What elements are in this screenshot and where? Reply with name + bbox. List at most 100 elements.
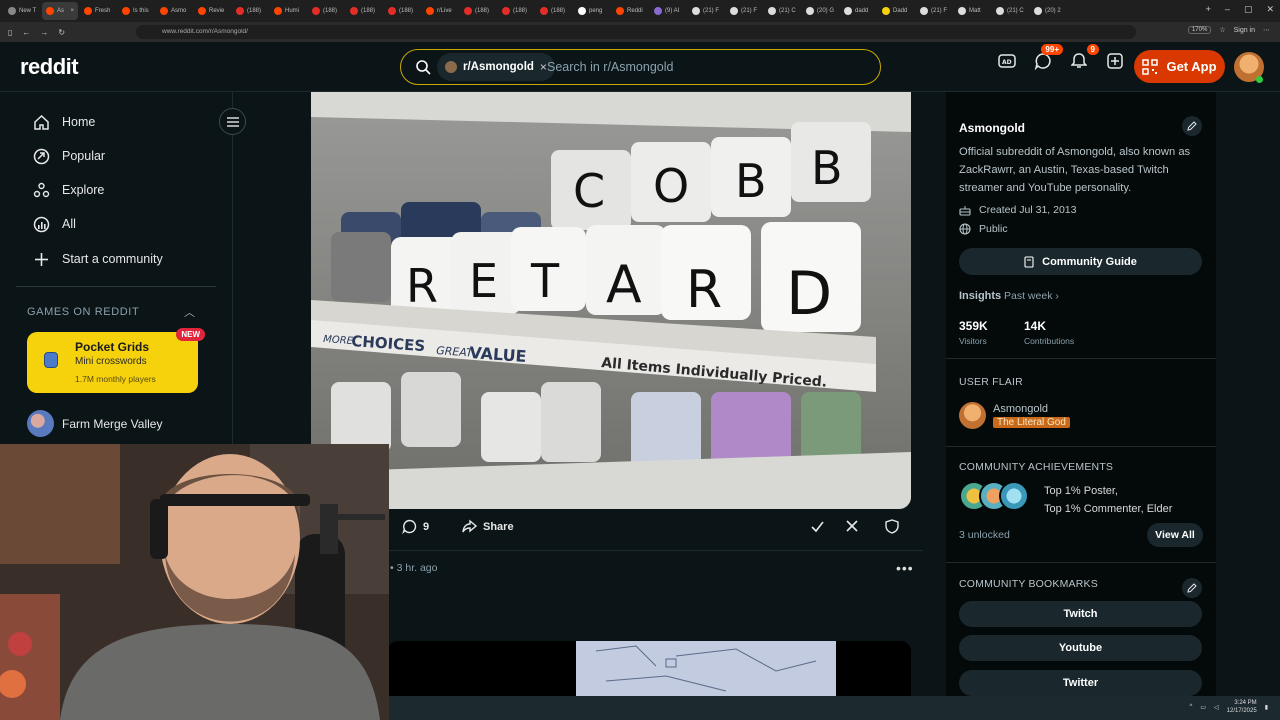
mod-shield-icon[interactable] (885, 519, 899, 534)
browser-tab[interactable]: (188) (384, 2, 420, 20)
comments-count: 9 (423, 520, 430, 533)
browser-tab[interactable]: Revie (194, 2, 230, 20)
chip-close-icon[interactable]: × (540, 60, 547, 74)
browser-tab[interactable]: (20) 2 (1030, 2, 1066, 20)
browser-tab[interactable]: (20) G (802, 2, 838, 20)
achievement-badges[interactable] (959, 481, 1029, 511)
browser-tab[interactable]: Reddi (612, 2, 648, 20)
url-field[interactable]: www.reddit.com/r/Asmongold/ (136, 25, 1136, 39)
games-section-header[interactable]: GAMES ON REDDIT (27, 306, 139, 318)
sidebar-divider (946, 562, 1216, 563)
browser-tab[interactable]: Is this (118, 2, 154, 20)
browser-tab[interactable]: Humi (270, 2, 306, 20)
user-flair-header: USER FLAIR (959, 376, 1023, 388)
next-post-image[interactable] (388, 641, 911, 701)
notification-center-icon[interactable]: ▮ (1265, 704, 1268, 711)
clock[interactable]: 3:24 PM 12/17/2025 (1227, 699, 1257, 715)
browser-tab[interactable]: (21) C (764, 2, 800, 20)
edit-icon[interactable] (1182, 116, 1202, 136)
browser-tab[interactable]: (188) (460, 2, 496, 20)
chat-icon[interactable]: 99+ (1032, 44, 1063, 72)
browser-tab[interactable]: (188) (498, 2, 534, 20)
search-bar[interactable]: r/Asmongold × Search in r/Asmongold (400, 49, 881, 85)
pocket-grids-players: 1.7M monthly players (75, 374, 156, 384)
bookmark-twitter-button[interactable]: Twitter (959, 670, 1202, 696)
reddit-logo[interactable]: reddit (20, 54, 79, 80)
browser-tab[interactable]: (188) (308, 2, 344, 20)
extensions-icon[interactable]: ⋯ (1263, 26, 1270, 34)
community-avatar-icon (445, 61, 457, 73)
post-image[interactable]: C O B B R E T A R D MORE CHOICES GREAT V… (311, 92, 911, 509)
browser-tab[interactable]: (21) F (688, 2, 724, 20)
sidebar-item-all[interactable]: All (32, 215, 76, 233)
post-meta: • 3 hr. ago (390, 562, 438, 574)
notifications-icon[interactable]: 9 (1068, 44, 1099, 72)
search-community-chip[interactable]: r/Asmongold × (437, 53, 555, 81)
past-week-dropdown[interactable]: Past week › (1004, 290, 1059, 302)
get-app-label: Get App (1166, 59, 1217, 74)
advertise-icon[interactable]: AD (996, 50, 1018, 72)
close-icon[interactable]: ✕ (1266, 4, 1274, 15)
reload-icon[interactable]: ↻ (58, 28, 65, 37)
browser-tab[interactable]: (21) C (992, 2, 1028, 20)
browser-tab[interactable]: Matt (954, 2, 990, 20)
mug-letter: R (406, 259, 438, 313)
pocket-grids-subtitle: Mini crosswords (75, 356, 147, 367)
flair-tag[interactable]: The Literal God (993, 417, 1070, 428)
community-guide-button[interactable]: Community Guide (959, 248, 1202, 275)
approve-icon[interactable] (810, 519, 825, 534)
sidebar-toggle-icon[interactable]: ▯ (8, 28, 12, 37)
volume-icon[interactable]: ◁ (1214, 704, 1219, 711)
sidebar-item-start-community[interactable]: Start a community (32, 250, 163, 268)
browser-tab[interactable]: dadd (840, 2, 876, 20)
sidebar-item-popular[interactable]: Popular (32, 147, 105, 165)
collapse-menu-button[interactable] (219, 108, 246, 135)
browser-tab[interactable]: Asmo (156, 2, 192, 20)
chevron-up-icon[interactable]: ︿ (184, 304, 195, 320)
browser-tab[interactable]: Fresh (80, 2, 116, 20)
browser-tab[interactable]: Dadd (878, 2, 914, 20)
browser-tab[interactable]: New T (4, 2, 40, 20)
achievements-text: Top 1% Poster, Top 1% Commenter, Elder (1044, 482, 1172, 518)
browser-tab[interactable]: (188) (232, 2, 268, 20)
minimize-icon[interactable]: – (1225, 4, 1230, 15)
sidebar-item-label: Popular (62, 149, 106, 163)
sign-in-button[interactable]: Sign in (1234, 27, 1255, 34)
browser-tab[interactable]: peng (574, 2, 610, 20)
sidebar-item-explore[interactable]: Explore (32, 181, 104, 199)
get-app-button[interactable]: Get App (1134, 50, 1225, 83)
book-icon (1024, 255, 1034, 268)
share-button[interactable]: Share (462, 519, 514, 534)
browser-tab[interactable]: (188) (346, 2, 382, 20)
comments-button[interactable]: 9 (402, 519, 429, 534)
browser-tab[interactable]: (21) F (726, 2, 762, 20)
sidebar-item-label: Home (62, 115, 96, 129)
bookmark-youtube-button[interactable]: Youtube (959, 635, 1202, 661)
browser-tab[interactable]: r/Live (422, 2, 458, 20)
browser-tab[interactable]: (21) F (916, 2, 952, 20)
more-options-icon[interactable]: ••• (896, 560, 914, 576)
farm-merge-valley-item[interactable]: Farm Merge Valley (27, 410, 162, 437)
browser-tab[interactable]: (188) (536, 2, 572, 20)
hamburger-icon (226, 116, 239, 127)
network-icon[interactable]: ▭ (1200, 704, 1206, 711)
maximize-icon[interactable]: ▢ (1244, 4, 1253, 15)
browser-tab[interactable]: (9) AI (650, 2, 686, 20)
back-icon[interactable]: ← (22, 28, 30, 37)
edit-bookmarks-icon[interactable] (1182, 578, 1202, 598)
star-icon[interactable]: ☆ (1219, 26, 1225, 34)
pocket-grids-card[interactable]: NEW Pocket Grids Mini crosswords 1.7M mo… (27, 328, 205, 393)
zoom-indicator[interactable]: 170% (1187, 26, 1212, 34)
bookmark-twitch-button[interactable]: Twitch (959, 601, 1202, 627)
sidebar-item-label: Start a community (62, 252, 163, 266)
chevron-up-icon[interactable]: ^ (1190, 704, 1193, 710)
insights-label: Insights (959, 290, 1002, 302)
remove-icon[interactable] (845, 519, 859, 533)
view-all-button[interactable]: View All (1147, 523, 1203, 547)
forward-icon[interactable]: → (40, 28, 48, 37)
sidebar-item-home[interactable]: Home (32, 113, 95, 131)
browser-tab-active[interactable]: As × (42, 2, 78, 20)
create-post-icon[interactable] (1104, 50, 1126, 72)
chevron-right-icon: › (1055, 290, 1059, 302)
new-tab-icon[interactable]: + (1206, 4, 1211, 15)
